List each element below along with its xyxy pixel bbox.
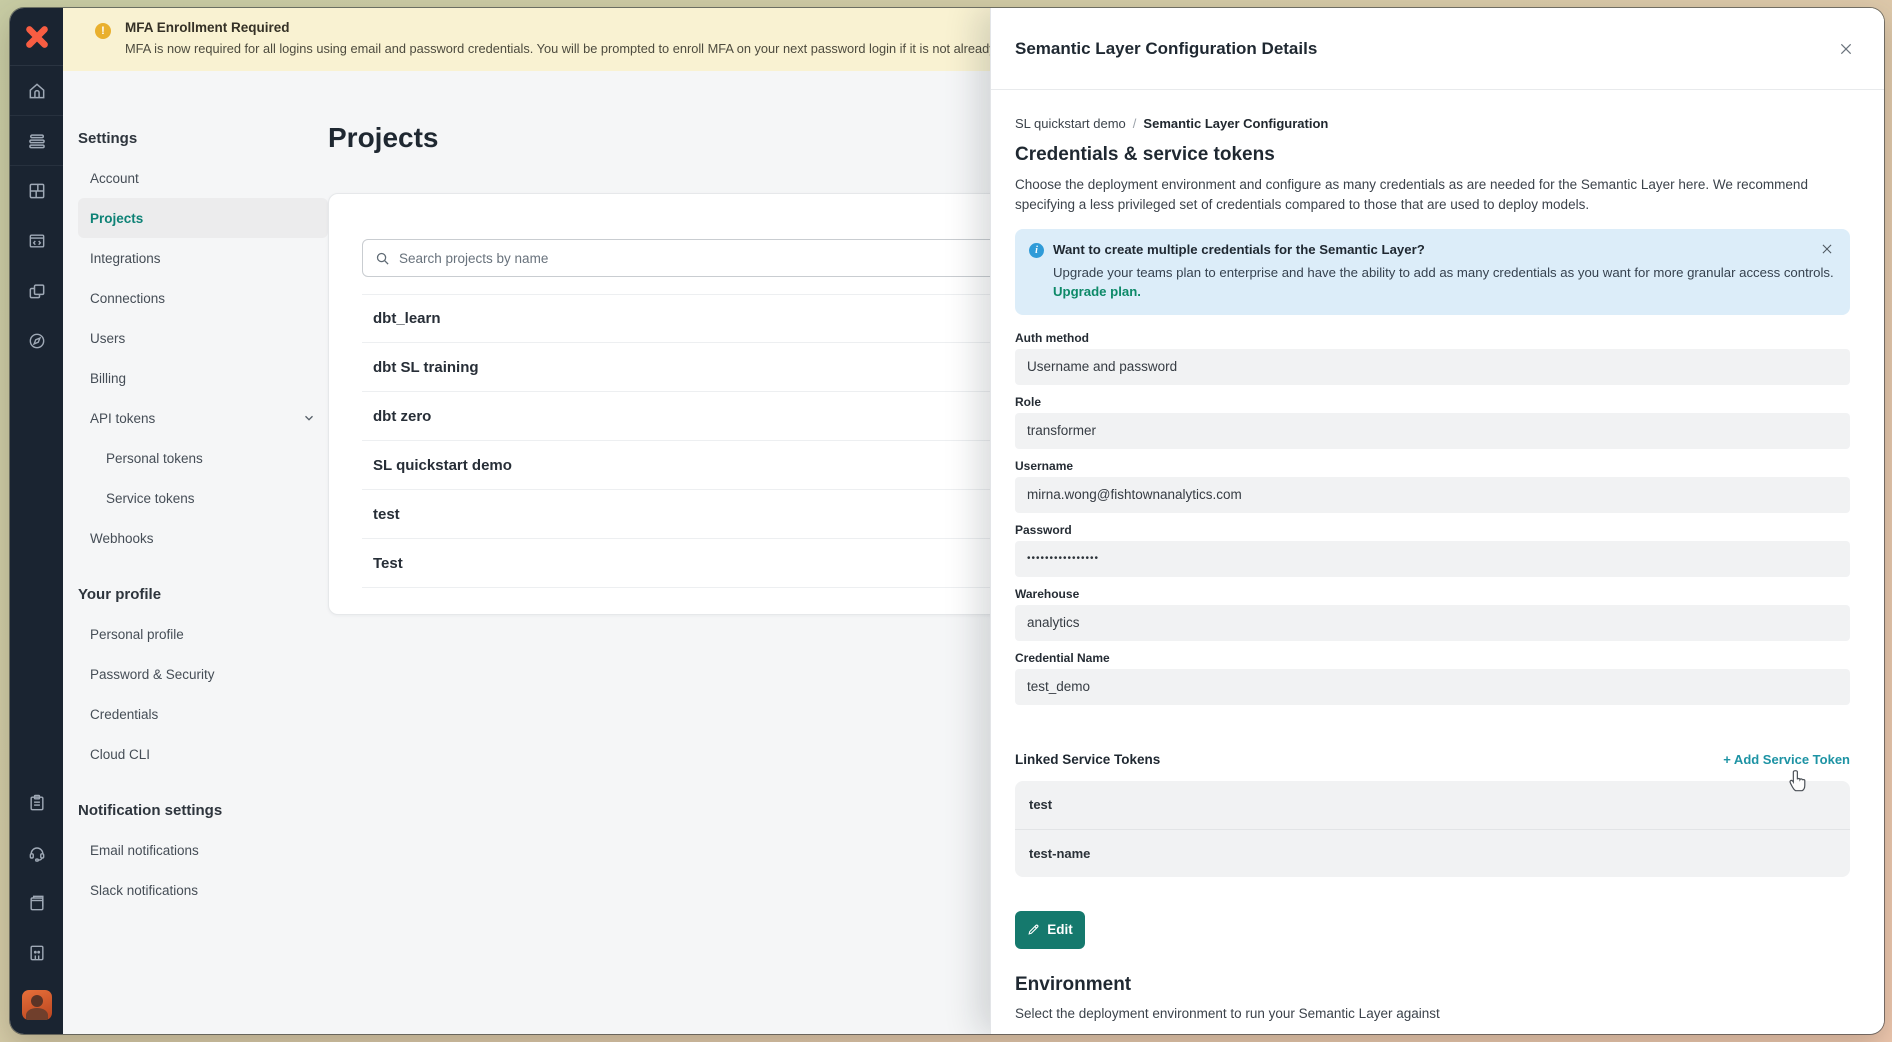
credentials-section-desc: Choose the deployment environment and co…	[1015, 175, 1850, 215]
chevron-down-icon	[302, 411, 316, 425]
panel-body: SL quickstart demo/Semantic Layer Config…	[991, 90, 1884, 1021]
explore-icon[interactable]	[10, 316, 63, 366]
notification-section-title: Notification settings	[78, 802, 328, 820]
breadcrumb-current: Semantic Layer Configuration	[1143, 116, 1328, 131]
support-headset-icon[interactable]	[10, 828, 63, 878]
projects-search	[362, 239, 1062, 277]
sidebar-item-users[interactable]: Users	[78, 318, 328, 358]
environment-section-desc: Select the deployment environment to run…	[1015, 1006, 1850, 1021]
field-label-password: Password	[1015, 523, 1850, 537]
sidebar-item-webhooks[interactable]: Webhooks	[78, 518, 328, 558]
sidebar-item-personal-profile[interactable]: Personal profile	[78, 614, 328, 654]
pencil-icon	[1027, 923, 1040, 936]
develop-ide-icon[interactable]	[10, 216, 63, 266]
add-service-token-button[interactable]: + Add Service Token	[1723, 752, 1850, 767]
field-value-password: ••••••••••••••••	[1015, 541, 1850, 577]
home-icon[interactable]	[10, 66, 63, 116]
sidebar-item-personal-tokens[interactable]: Personal tokens	[78, 438, 328, 478]
info-banner-title: Want to create multiple credentials for …	[1053, 242, 1834, 257]
deploy-icon[interactable]	[10, 116, 63, 166]
credentials-section-title: Credentials & service tokens	[1015, 144, 1850, 166]
sidebar-item-integrations[interactable]: Integrations	[78, 238, 328, 278]
sidebar-item-projects[interactable]: Projects	[78, 198, 328, 238]
notes-icon[interactable]	[10, 778, 63, 828]
settings-nav-title: Settings	[78, 130, 328, 148]
sidebar-item-billing[interactable]: Billing	[78, 358, 328, 398]
field-label-auth-method: Auth method	[1015, 331, 1850, 345]
service-token-list: test test-name	[1015, 781, 1850, 877]
field-label-username: Username	[1015, 459, 1850, 473]
linked-service-tokens-title: Linked Service Tokens	[1015, 752, 1160, 767]
sidebar-item-credentials[interactable]: Credentials	[78, 694, 328, 734]
sidebar-item-account[interactable]: Account	[78, 158, 328, 198]
app-window: ! MFA Enrollment Required MFA is now req…	[10, 8, 1884, 1034]
credential-fields: Auth method Username and password Role t…	[1015, 331, 1850, 705]
warning-icon: !	[95, 23, 111, 39]
info-banner-body: Upgrade your teams plan to enterprise an…	[1053, 265, 1834, 280]
upgrade-info-banner: i Want to create multiple credentials fo…	[1015, 229, 1850, 315]
info-icon: i	[1029, 243, 1044, 258]
field-value-warehouse: analytics	[1015, 605, 1850, 641]
field-label-role: Role	[1015, 395, 1850, 409]
service-token-row[interactable]: test-name	[1015, 829, 1850, 877]
user-avatar[interactable]	[22, 990, 52, 1020]
search-icon	[375, 251, 390, 266]
panel-title: Semantic Layer Configuration Details	[1015, 39, 1317, 59]
panel-header: Semantic Layer Configuration Details	[991, 8, 1884, 90]
sidebar-item-api-tokens[interactable]: API tokens	[78, 398, 328, 438]
sidebar-item-password-security[interactable]: Password & Security	[78, 654, 328, 694]
edit-button[interactable]: Edit	[1015, 911, 1085, 949]
field-value-auth-method: Username and password	[1015, 349, 1850, 385]
search-input[interactable]	[399, 251, 1049, 266]
info-banner-close-icon[interactable]	[1820, 242, 1834, 256]
environment-section-title: Environment	[1015, 974, 1850, 996]
nav-rail	[10, 8, 63, 1034]
dashboards-icon[interactable]	[10, 166, 63, 216]
organization-icon[interactable]	[10, 928, 63, 978]
sidebar-item-connections[interactable]: Connections	[78, 278, 328, 318]
breadcrumb: SL quickstart demo/Semantic Layer Config…	[1015, 116, 1850, 131]
sidebar-item-email-notifications[interactable]: Email notifications	[78, 830, 328, 870]
duplicate-icon[interactable]	[10, 266, 63, 316]
close-icon[interactable]	[1838, 41, 1854, 57]
field-label-credential-name: Credential Name	[1015, 651, 1850, 665]
semantic-layer-panel: Semantic Layer Configuration Details SL …	[990, 8, 1884, 1034]
dbt-logo-icon[interactable]	[10, 8, 63, 66]
docs-icon[interactable]	[10, 878, 63, 928]
field-value-credential-name: test_demo	[1015, 669, 1850, 705]
sidebar-item-cloud-cli[interactable]: Cloud CLI	[78, 734, 328, 774]
breadcrumb-parent[interactable]: SL quickstart demo	[1015, 116, 1126, 131]
service-token-row[interactable]: test	[1015, 781, 1850, 829]
settings-nav: Settings Account Projects Integrations C…	[78, 130, 328, 910]
field-label-warehouse: Warehouse	[1015, 587, 1850, 601]
sidebar-item-service-tokens[interactable]: Service tokens	[78, 478, 328, 518]
upgrade-plan-link[interactable]: Upgrade plan.	[1053, 284, 1141, 299]
sidebar-item-slack-notifications[interactable]: Slack notifications	[78, 870, 328, 910]
field-value-role: transformer	[1015, 413, 1850, 449]
profile-section-title: Your profile	[78, 586, 328, 604]
field-value-username: mirna.wong@fishtownanalytics.com	[1015, 477, 1850, 513]
page-title: Projects	[328, 122, 439, 154]
